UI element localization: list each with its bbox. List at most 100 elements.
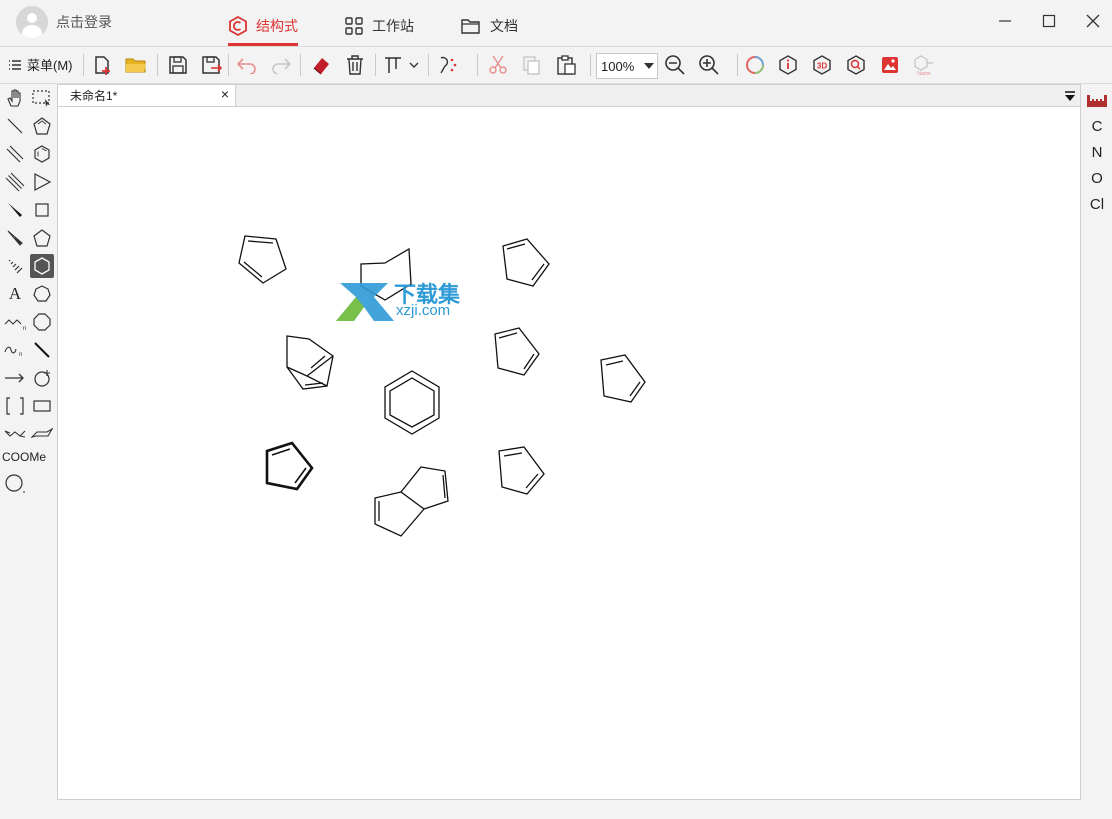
close-icon [1086,14,1100,28]
element-carbon[interactable]: C [1082,118,1112,135]
close-tab-icon[interactable]: × [221,86,229,102]
left-tool-palette: A n n COOMe [0,84,57,819]
heptagon-ring-tool[interactable] [30,282,54,306]
zoom-select[interactable]: 100% [596,53,658,79]
folder-icon [125,58,146,73]
triangle-ring-tool[interactable] [30,170,54,194]
save-button[interactable] [166,53,190,77]
molecule-cyclopentadiene[interactable] [494,327,540,376]
hand-tool[interactable] [3,86,27,110]
tab-structure[interactable]: 结构式 [228,10,298,46]
wavy-bond-tool[interactable]: n [3,338,27,362]
eraser-button[interactable] [309,53,333,77]
image-recognition-button[interactable] [878,53,902,77]
triple-bond-tool[interactable] [3,170,27,194]
document-tab[interactable]: 未命名1* × [58,85,236,106]
color-wheel-icon [746,56,764,74]
rectangle-tool[interactable] [30,394,54,418]
pentagon-ring-tool[interactable] [30,226,54,250]
orbital-tool[interactable] [30,366,54,390]
login-button[interactable]: 点击登录 [16,6,112,38]
minimize-button[interactable] [990,8,1020,34]
pentagon-ring-icon [33,229,51,247]
element-chlorine[interactable]: Cl [1082,196,1112,213]
double-bond-icon [6,145,24,163]
3d-button[interactable]: 3D [810,53,834,77]
circle-tool[interactable] [3,472,27,496]
save-icon [169,56,187,74]
tab-workstation[interactable]: 工作站 [344,10,414,42]
cut-button[interactable] [486,53,510,77]
chair-conformation-tool[interactable] [3,422,27,446]
boat-conformation-tool[interactable] [30,422,54,446]
zoom-value: 100% [601,58,635,74]
heptagon-icon [33,285,51,302]
element-oxygen[interactable]: O [1082,170,1112,187]
hexagon-tool-selected[interactable] [30,254,54,278]
wedge-bond-icon [8,203,22,217]
double-bond-tool[interactable] [3,142,27,166]
color-button[interactable] [743,53,767,77]
status-bar [57,800,1081,819]
molecule-cyclopentadiene[interactable] [600,354,646,403]
arrow-tool[interactable] [3,366,27,390]
arrow-icon [5,373,24,383]
new-file-icon [95,56,110,75]
atom-map-button[interactable] [436,53,460,77]
molecule-cyclopentadiene[interactable] [238,235,287,284]
molecule-benzene[interactable] [384,370,440,435]
open-button[interactable] [124,53,148,77]
menu-button[interactable]: 菜单(M) [8,55,73,74]
hollow-wedge-tool[interactable] [3,226,27,250]
molecule-pentalene[interactable] [286,335,334,390]
zoom-in-button[interactable] [697,53,721,77]
atom-map-icon [440,56,457,74]
molecule-cyclopentadiene-bold[interactable] [265,441,314,491]
molecule-cyclopentadiene[interactable] [502,238,550,287]
undo-icon [236,58,256,74]
save-as-button[interactable] [200,53,224,77]
paste-button[interactable] [554,53,578,77]
pentagon-outline-tool[interactable] [30,114,54,138]
square-ring-tool[interactable] [30,198,54,222]
hashed-bond-tool[interactable] [3,254,27,278]
bold-bond-tool[interactable] [30,338,54,362]
align-dropdown[interactable] [382,53,422,77]
title-bar: 点击登录 结构式 工作站 文档 [0,0,1112,47]
drawing-canvas[interactable] [58,106,1080,800]
tab-documents[interactable]: 文档 [460,10,518,42]
marquee-select-tool[interactable] [30,86,54,110]
maximize-button[interactable] [1034,8,1064,34]
search-structure-button[interactable] [844,53,868,77]
molecule-pentalene[interactable] [374,466,449,537]
molecule-cyclopentadiene[interactable] [498,446,545,495]
zoom-out-button[interactable] [663,53,687,77]
bracket-tool[interactable] [3,394,27,418]
delete-button[interactable] [343,53,367,77]
chain-tool[interactable]: n [3,310,27,334]
hexagon-ring-tool[interactable] [30,142,54,166]
circle-icon [5,474,25,493]
new-file-button[interactable] [90,53,114,77]
tab-list-dropdown[interactable] [1064,89,1076,107]
undo-button[interactable] [235,53,259,77]
octagon-icon [33,313,51,331]
abbreviation-tool[interactable]: COOMe [2,450,46,464]
wedge-bond-tool[interactable] [3,198,27,222]
name-to-structure-button[interactable]: Name [912,53,936,77]
periodic-table-button[interactable] [1087,94,1107,112]
close-window-button[interactable] [1078,8,1108,34]
grid-icon [345,17,363,35]
element-nitrogen[interactable]: N [1082,144,1112,161]
copy-button[interactable] [520,53,544,77]
single-bond-tool[interactable] [3,114,27,138]
marquee-select-icon [32,90,50,107]
active-tab-underline [228,43,298,46]
octagon-ring-tool[interactable] [30,310,54,334]
text-tool[interactable]: A [3,282,27,306]
info-button[interactable] [776,53,800,77]
zoom-out-icon [665,55,685,75]
structure-icon [229,16,247,36]
redo-button[interactable] [269,53,293,77]
scissors-icon [489,55,507,74]
